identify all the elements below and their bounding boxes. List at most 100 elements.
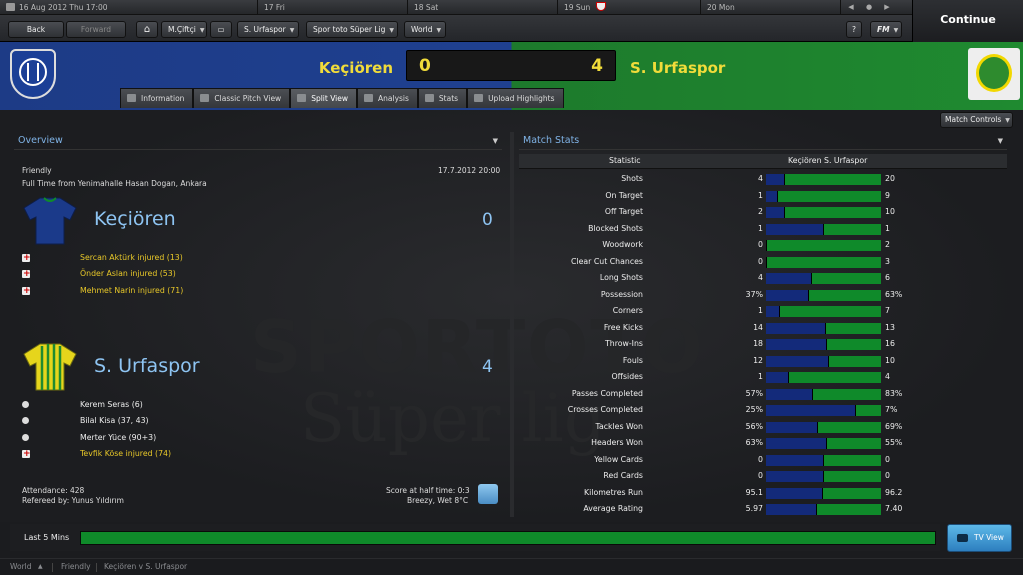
ball-icon: [22, 417, 29, 424]
stat-row: Possession 37% 63%: [519, 287, 1007, 304]
pitch-icon: [200, 94, 210, 102]
event-row: Önder Aslan injured (53): [14, 267, 314, 281]
inbox-icon[interactable]: ▭: [210, 21, 232, 38]
stat-row: Blocked Shots 1 1: [519, 221, 1007, 238]
stat-home-bar: [766, 355, 829, 367]
stat-comparison-bar: [766, 174, 881, 185]
stat-label: Crosses Completed: [567, 405, 643, 414]
tab-information[interactable]: Information: [120, 88, 194, 108]
prev-arrow-icon[interactable]: ◀: [845, 2, 857, 12]
injury-icon: [22, 447, 31, 461]
column-away-team[interactable]: S. Urfaspor: [824, 156, 867, 165]
weather: Breezy, Wet 8°C: [407, 496, 469, 505]
match-stats-title: Match Stats: [519, 132, 1007, 150]
current-date[interactable]: 16 Aug 2012 Thu 17:00: [0, 0, 258, 15]
away-score: 4: [591, 56, 603, 76]
chevron-up-icon[interactable]: ▲: [38, 559, 43, 575]
injury-icon: [22, 284, 31, 298]
dot-icon[interactable]: ●: [863, 2, 875, 12]
stat-home-bar: [766, 256, 767, 268]
chevron-down-icon[interactable]: ▼: [998, 137, 1003, 145]
stat-comparison-bar: [766, 207, 881, 218]
calendar-day[interactable]: 20 Mon: [701, 0, 841, 15]
stat-label: Possession: [600, 289, 643, 299]
stat-home-bar: [766, 223, 824, 235]
stat-label: Headers Won: [591, 438, 643, 447]
stat-away-value: 9: [885, 190, 890, 200]
match-controls-button[interactable]: Match Controls ▼: [940, 112, 1013, 128]
chevron-down-icon: ▼: [436, 27, 442, 34]
stat-home-value: 0: [758, 454, 763, 464]
home-shirt-icon: [23, 197, 77, 245]
stat-away-value: 69%: [885, 421, 903, 431]
calendar-day[interactable]: 19 Sun: [558, 0, 701, 15]
away-club-logo: [968, 48, 1020, 100]
crest-icon: [976, 54, 1012, 92]
tab-split-view[interactable]: Split View: [290, 88, 357, 108]
tab-stats[interactable]: Stats: [417, 88, 468, 108]
venue: Full Time from Yenimahalle Hasan Dogan, …: [22, 179, 207, 188]
chevron-down-icon[interactable]: ▼: [493, 137, 498, 145]
back-button[interactable]: Back: [8, 21, 64, 38]
competition: Friendly: [22, 166, 52, 175]
stat-home-bar: [766, 487, 824, 499]
stat-home-bar: [766, 388, 813, 400]
stat-away-value: 2: [885, 240, 890, 249]
tab-upload-highlights[interactable]: Upload Highlights: [467, 88, 564, 108]
manager-menu[interactable]: M.Çiftçi ▼: [161, 21, 207, 38]
world-menu[interactable]: World ▼: [404, 21, 446, 38]
tab-analysis[interactable]: Analysis: [357, 88, 418, 108]
tab-classic-pitch-view[interactable]: Classic Pitch View: [193, 88, 291, 108]
stat-label: Yellow Cards: [594, 454, 643, 464]
stat-home-value: 14: [753, 322, 763, 332]
club-menu[interactable]: S. Urfaspor ▼: [237, 21, 299, 38]
stat-row: Red Cards 0 0: [519, 468, 1007, 485]
calendar-day[interactable]: 17 Fri: [258, 0, 408, 15]
ball-icon: [22, 401, 29, 408]
fm-menu[interactable]: FM ▼: [870, 21, 902, 38]
match-datetime: 17.7.2012 20:00: [438, 166, 501, 175]
stat-home-bar: [766, 438, 828, 449]
scoreboard: 0 4: [406, 50, 616, 81]
stat-label: Off Target: [604, 207, 643, 216]
goal-row: Merter Yüce (90+3): [14, 431, 314, 445]
calendar-icon: [6, 3, 15, 11]
help-button[interactable]: ?: [846, 21, 862, 38]
stat-comparison-bar: [766, 405, 881, 416]
chevron-down-icon: ▼: [1005, 117, 1010, 124]
home-icon[interactable]: ⌂: [136, 21, 158, 38]
stat-label: On Target: [605, 190, 643, 200]
column-statistic[interactable]: Statistic: [609, 156, 641, 165]
calendar-day[interactable]: 18 Sat: [408, 0, 558, 15]
status-world[interactable]: World: [10, 559, 32, 575]
stat-home-bar: [766, 240, 767, 251]
event-row: Mehmet Narin injured (71): [14, 284, 314, 298]
stat-comparison-bar: [766, 273, 881, 284]
stat-away-value: 7: [885, 306, 890, 315]
ball-icon: [22, 434, 29, 441]
league-menu[interactable]: Spor toto Süper Lig ▼: [306, 21, 398, 38]
status-friendly[interactable]: Friendly: [61, 559, 91, 575]
stat-away-value: 10: [885, 207, 895, 216]
referee: Refereed by: Yunus Yıldırım: [22, 496, 124, 505]
stat-home-bar: [766, 322, 826, 334]
stat-row: Kilometres Run 95.1 96.2: [519, 485, 1007, 502]
stat-row: Clear Cut Chances 0 3: [519, 254, 1007, 271]
continue-button[interactable]: Continue: [912, 0, 1023, 42]
tv-view-button[interactable]: TV View: [947, 524, 1012, 552]
stat-home-bar: [766, 339, 827, 350]
weather-icon: [478, 484, 498, 504]
forward-button[interactable]: Forward: [66, 21, 126, 38]
stat-away-value: 83%: [885, 388, 903, 398]
stat-row: Offsides 1 4: [519, 369, 1007, 386]
column-home-team[interactable]: Keçiören: [788, 156, 822, 165]
stat-row: Headers Won 63% 55%: [519, 435, 1007, 452]
divider: [52, 563, 53, 572]
info-icon: [127, 94, 136, 102]
stat-home-bar: [766, 405, 856, 416]
status-match[interactable]: Keçiören v S. Urfaspor: [104, 559, 187, 575]
panel-splitter[interactable]: [510, 132, 514, 517]
stat-label: Long Shots: [599, 273, 643, 282]
away-team-name: S. Urfaspor: [630, 59, 726, 77]
next-arrow-icon[interactable]: ▶: [881, 2, 893, 12]
